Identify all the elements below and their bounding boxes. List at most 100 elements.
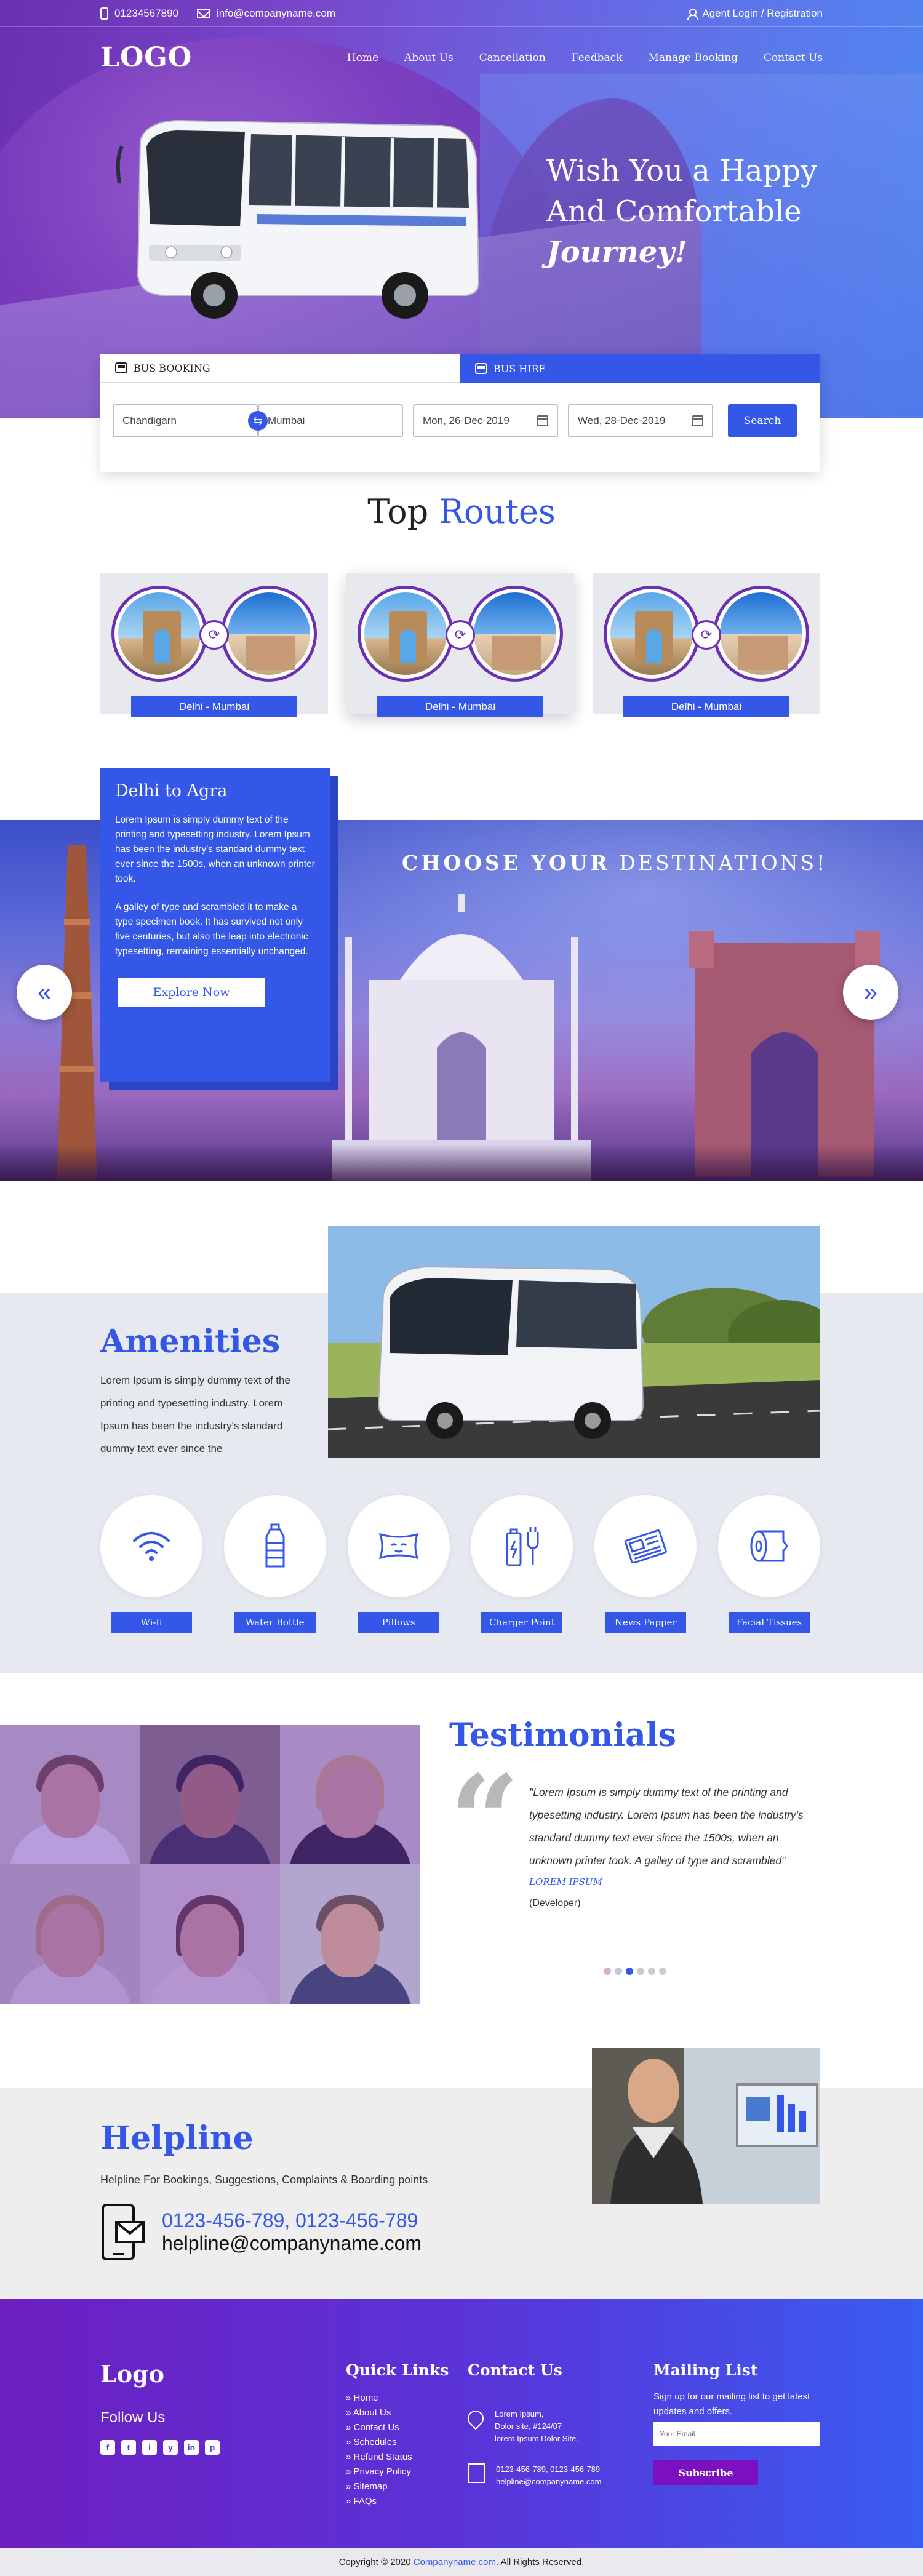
route-card[interactable]: ⟳ Delhi - Mumbai — [593, 573, 820, 717]
destinations-heading: CHOOSE YOUR DESTINATIONS! — [402, 851, 827, 875]
copyright-site-link[interactable]: Companyname.com — [414, 2557, 496, 2567]
pagination-dot-active[interactable] — [626, 1968, 633, 1975]
tab-bus-booking[interactable]: BUS BOOKING — [100, 354, 460, 383]
helpline-phones[interactable]: 0123-456-789, 0123-456-789 — [162, 2209, 422, 2232]
helpline-agent-photo — [592, 2048, 820, 2204]
footer-address: Lorem Ipsum, Dolor site, #124/07 lorem I… — [464, 2407, 578, 2445]
tab-bus-hire-label: BUS HIRE — [493, 362, 546, 375]
carousel-next-button[interactable]: » — [843, 965, 898, 1020]
double-chevron-right-icon: » — [863, 978, 878, 1006]
address-line: Dolor site, #124/07 — [495, 2422, 562, 2431]
site-logo[interactable]: LOGO — [100, 42, 192, 73]
pagination-dot[interactable] — [615, 1968, 622, 1975]
agent-login-link[interactable]: Agent Login / Registration — [687, 7, 823, 20]
footer-email[interactable]: helpline@companyname.com — [496, 2476, 601, 2488]
nav-contact-us[interactable]: Contact Us — [764, 52, 823, 64]
swap-cities-button[interactable]: ⇆ — [248, 411, 268, 431]
twitter-icon[interactable]: t — [121, 2440, 136, 2455]
nav-manage-booking[interactable]: Manage Booking — [649, 52, 738, 64]
calendar-icon — [692, 415, 703, 426]
quick-link-privacy-policy[interactable]: Privacy Policy — [346, 2465, 412, 2479]
footer-phones[interactable]: 0123-456-789, 0123-456-789 — [496, 2463, 601, 2476]
topbar-email[interactable]: info@companyname.com — [197, 7, 335, 20]
user-icon — [687, 8, 699, 20]
youtube-icon[interactable]: y — [163, 2440, 178, 2455]
nav-about-us[interactable]: About Us — [404, 52, 454, 64]
helpline-text: 0123-456-789, 0123-456-789 helpline@comp… — [162, 2209, 422, 2255]
nav-home[interactable]: Home — [347, 52, 378, 64]
hero-tagline: Wish You a Happy And Comfortable Journey… — [546, 151, 817, 273]
pagination-dot[interactable] — [604, 1968, 611, 1975]
return-date-value: Wed, 28-Dec-2019 — [578, 415, 666, 426]
top-bar: 01234567890 info@companyname.com Agent L… — [0, 0, 923, 27]
route-label[interactable]: Delhi - Mumbai — [377, 696, 543, 717]
linkedin-icon[interactable]: in — [184, 2440, 199, 2455]
quick-link-home[interactable]: Home — [346, 2391, 412, 2406]
route-label[interactable]: Delhi - Mumbai — [623, 696, 789, 717]
address-lines: Lorem Ipsum, Dolor site, #124/07 lorem I… — [495, 2408, 578, 2445]
route-swap-icon: ⟳ — [692, 620, 721, 650]
amenity-tissues: Facial Tissues — [717, 1495, 820, 1633]
amenity-newspaper: News Papper — [594, 1495, 697, 1633]
quick-link-faqs[interactable]: FAQs — [346, 2494, 412, 2509]
testimonial-author: LOREM IPSUM — [529, 1876, 602, 1888]
subscribe-button[interactable]: Subscribe — [653, 2460, 758, 2485]
hero-tagline-line1: Wish You a Happy — [546, 154, 818, 188]
search-button[interactable]: Search — [728, 404, 797, 437]
bus-icon — [115, 362, 127, 373]
route-card[interactable]: ⟳ Delhi - Mumbai — [100, 573, 328, 717]
instagram-icon[interactable]: i — [142, 2440, 157, 2455]
newsletter-email-input[interactable] — [653, 2422, 820, 2446]
route-card[interactable]: ⟳ Delhi - Mumbai — [346, 573, 574, 717]
to-city-field[interactable]: Mumbai — [258, 404, 403, 437]
address-line: Lorem Ipsum, — [495, 2409, 544, 2418]
pinterest-icon[interactable]: p — [205, 2440, 220, 2455]
quick-link-about-us[interactable]: About Us — [346, 2406, 412, 2420]
nav-menu: Home About Us Cancellation Feedback Mana… — [347, 52, 823, 64]
follow-us-label: Follow Us — [100, 2409, 166, 2426]
quick-link-schedules[interactable]: Schedules — [346, 2435, 412, 2450]
quick-link-sitemap[interactable]: Sitemap — [346, 2479, 412, 2494]
mailing-list-text: Sign up for our mailing list to get late… — [653, 2391, 810, 2417]
gateway-of-india-image — [467, 586, 563, 682]
quick-link-contact-us[interactable]: Contact Us — [346, 2420, 412, 2435]
pagination-dot[interactable] — [637, 1968, 644, 1975]
tab-bus-booking-label: BUS BOOKING — [134, 362, 210, 374]
footer-contact-lines: 0123-456-789, 0123-456-789 helpline@comp… — [496, 2463, 601, 2488]
pagination-dot[interactable] — [659, 1968, 666, 1975]
nav-feedback[interactable]: Feedback — [572, 52, 623, 64]
explore-now-button[interactable]: Explore Now — [118, 978, 265, 1007]
amenity-icon-circle — [471, 1495, 573, 1597]
quick-link-refund-status[interactable]: Refund Status — [346, 2450, 412, 2465]
copyright-text: Copyright © 2020 — [338, 2557, 411, 2567]
gateway-of-india-image — [221, 586, 317, 682]
booking-tabs: BUS BOOKING BUS HIRE — [100, 354, 820, 383]
india-gate-image — [111, 586, 207, 682]
booking-widget: BUS BOOKING BUS HIRE Chandigarh ⇆ Mumbai… — [100, 354, 820, 472]
footer-logo[interactable]: Logo — [100, 2360, 164, 2388]
facebook-icon[interactable]: f — [100, 2440, 115, 2455]
return-date-field[interactable]: Wed, 28-Dec-2019 — [568, 404, 713, 437]
amenity-label: News Papper — [605, 1612, 687, 1633]
helpline-title: Helpline — [100, 2119, 254, 2157]
quick-links-title: Quick Links — [346, 2361, 449, 2379]
helpline-email[interactable]: helpline@companyname.com — [162, 2232, 422, 2255]
pagination-dot[interactable] — [648, 1968, 655, 1975]
topbar-phone[interactable]: 01234567890 — [100, 7, 178, 20]
nav-cancellation[interactable]: Cancellation — [479, 52, 546, 64]
departure-date-field[interactable]: Mon, 26-Dec-2019 — [413, 404, 558, 437]
tab-bus-hire[interactable]: BUS HIRE — [460, 354, 820, 383]
routes-list: ⟳ Delhi - Mumbai ⟳ Delhi - Mumbai ⟳ Delh… — [100, 573, 820, 717]
amenity-pillows: Pillows — [347, 1495, 450, 1633]
carousel-prev-button[interactable]: « — [17, 965, 72, 1020]
route-label[interactable]: Delhi - Mumbai — [131, 696, 297, 717]
amenity-icon-circle — [223, 1495, 326, 1597]
footer-contact-info: 0123-456-789, 0123-456-789 helpline@comp… — [468, 2463, 601, 2488]
booking-fields: Chandigarh ⇆ Mumbai Mon, 26-Dec-2019 Wed… — [100, 383, 820, 437]
from-city-field[interactable]: Chandigarh — [113, 404, 258, 437]
amenities-text: Lorem Ipsum is simply dummy text of the … — [100, 1374, 290, 1454]
helpline-subtitle: Helpline For Bookings, Suggestions, Comp… — [100, 2174, 428, 2186]
address-line: lorem Ipsum Dolor Site. — [495, 2434, 578, 2443]
to-city-value: Mumbai — [268, 415, 305, 426]
amenities-bus-photo — [328, 1226, 820, 1458]
